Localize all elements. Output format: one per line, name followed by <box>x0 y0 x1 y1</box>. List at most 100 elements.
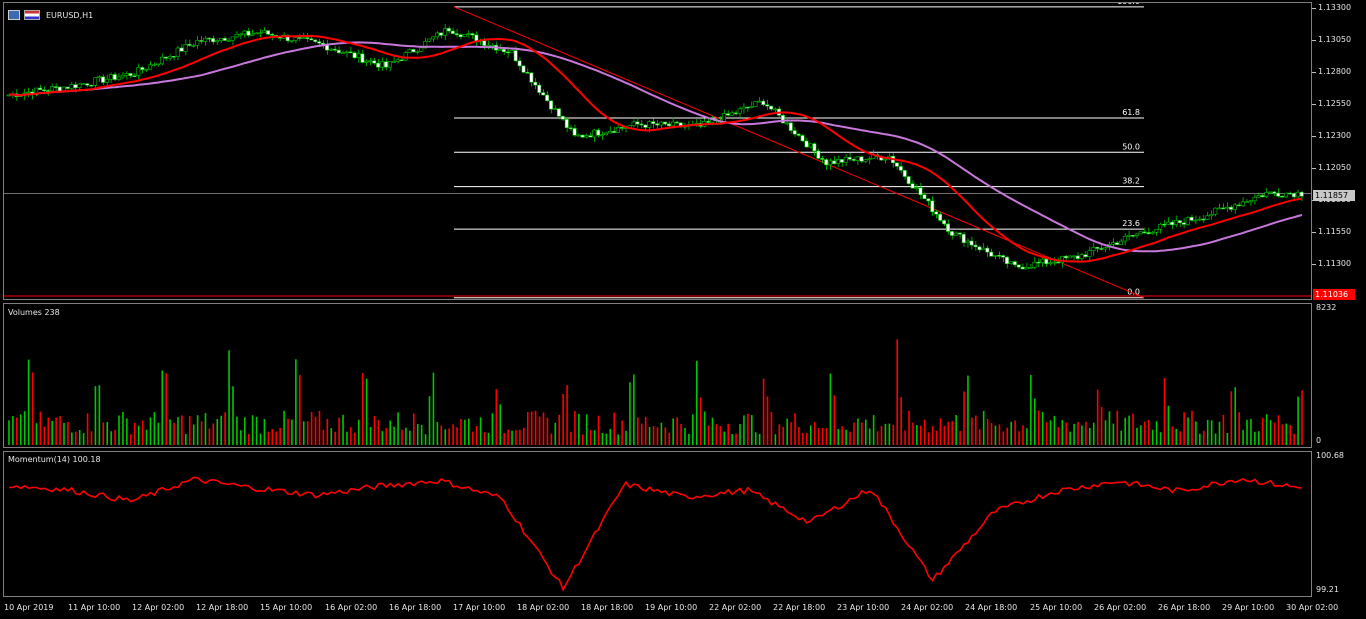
candle-body <box>973 244 978 248</box>
candle-body <box>800 135 805 142</box>
candle-body <box>1236 204 1241 207</box>
price-chart-canvas[interactable]: 100.061.850.038.223.60.0 <box>4 3 1311 299</box>
candle-body <box>1260 195 1265 198</box>
candle-body <box>140 67 145 70</box>
volumes-canvas[interactable] <box>4 304 1311 447</box>
time-axis-label: 10 Apr 2019 <box>4 603 54 612</box>
candle-body <box>156 63 160 66</box>
candle-body <box>1229 206 1233 210</box>
candle-body <box>604 132 609 135</box>
candle-body <box>965 240 970 244</box>
candle-body <box>1016 264 1021 268</box>
candle-body <box>458 34 463 38</box>
candle-body <box>1193 219 1198 222</box>
price-axis-label: 1.11550 <box>1318 227 1352 236</box>
candle-body <box>1154 229 1159 233</box>
candle-body <box>368 60 373 63</box>
candle-body <box>238 33 243 36</box>
time-axis-label: 15 Apr 10:00 <box>260 603 313 612</box>
candle-body <box>93 77 98 86</box>
time-axis-label: 16 Apr 18:00 <box>389 603 442 612</box>
time-axis-label: 18 Apr 18:00 <box>581 603 634 612</box>
candle-body <box>1095 247 1100 249</box>
time-axis-label: 26 Apr 18:00 <box>1158 603 1211 612</box>
candle-body <box>549 100 554 110</box>
momentum-line <box>8 476 1303 592</box>
price-axis-tick <box>1312 40 1316 41</box>
candle-body <box>148 64 153 70</box>
candle-body <box>729 112 734 116</box>
candle-body <box>226 39 231 42</box>
candle-body <box>659 121 664 126</box>
candle-body <box>592 129 597 138</box>
momentum-min-label: 99.21 <box>1316 585 1339 594</box>
time-axis[interactable]: 10 Apr 2019 11 Apr 10:00 12 Apr 02:00 12 Ap… <box>0 598 1366 619</box>
candle-body <box>466 33 471 35</box>
candle-body <box>1012 261 1017 266</box>
candle-body <box>832 160 836 165</box>
price-axis-tick <box>1312 168 1316 169</box>
time-axis-label: 25 Apr 10:00 <box>1030 603 1083 612</box>
candle-body <box>266 30 271 35</box>
price-axis-label: 1.12550 <box>1318 99 1352 108</box>
candle-body <box>898 166 903 171</box>
candle-body <box>415 50 420 53</box>
candle-body <box>706 121 711 123</box>
candle-body <box>175 47 180 57</box>
fib-level-label: 100.0 <box>1117 3 1140 6</box>
candle-body <box>89 84 94 87</box>
candle-body <box>254 32 259 35</box>
candle-body <box>230 36 235 41</box>
candle-body <box>1052 261 1057 264</box>
candle-body <box>124 73 129 76</box>
candle-body <box>859 156 864 162</box>
volumes-max-label: 8232 <box>1316 303 1337 312</box>
candle-body <box>934 211 939 215</box>
candle-body <box>1205 215 1210 220</box>
candle-body <box>1268 191 1273 194</box>
candle-body <box>537 84 542 93</box>
momentum-canvas[interactable] <box>4 452 1311 596</box>
momentum-pane[interactable]: Momentum(14) 100.18 <box>3 451 1312 597</box>
candle-body <box>930 200 935 213</box>
candle-body <box>128 73 133 76</box>
candle-body <box>501 49 506 53</box>
flag-icon <box>24 10 40 20</box>
candle-body <box>1008 261 1013 264</box>
candle-body <box>1264 192 1269 198</box>
candle-body <box>293 37 298 41</box>
candle-body <box>804 140 809 148</box>
candle-body <box>722 113 726 123</box>
candle-body <box>753 101 758 107</box>
volumes-pane[interactable]: Volumes 238 <box>3 303 1312 448</box>
candle-body <box>490 44 495 47</box>
candle-body <box>1099 248 1104 250</box>
candle-body <box>1040 258 1045 263</box>
price-axis-label: 1.12300 <box>1318 131 1352 140</box>
candle-body <box>1091 247 1096 252</box>
candle-body <box>867 158 872 161</box>
candle-body <box>1103 247 1108 250</box>
candle-body <box>1240 201 1245 207</box>
candle-body <box>796 133 801 136</box>
time-axis-label: 11 Apr 10:00 <box>68 603 121 612</box>
time-axis-label: 12 Apr 18:00 <box>196 603 249 612</box>
candle-body <box>993 255 998 257</box>
candle-body <box>600 134 605 136</box>
candle-body <box>989 251 994 257</box>
candle-body <box>427 38 432 42</box>
candle-body <box>985 247 990 253</box>
candle-body <box>1217 207 1222 210</box>
candle-body <box>454 33 459 36</box>
price-axis[interactable]: 1.13300 1.13050 1.12800 1.12550 1.12300 1.120… <box>1312 2 1366 300</box>
candle-body <box>1201 218 1206 221</box>
candle-body <box>981 247 986 251</box>
candle-body <box>49 86 54 92</box>
candle-body <box>816 150 821 159</box>
candle-body <box>1134 233 1139 236</box>
candle-body <box>1189 216 1194 221</box>
price-chart-pane[interactable]: 100.061.850.038.223.60.0 EURUSD,H1 <box>3 2 1312 300</box>
candle-body <box>482 40 487 46</box>
candle-body <box>85 83 90 86</box>
candle-body <box>497 49 502 51</box>
